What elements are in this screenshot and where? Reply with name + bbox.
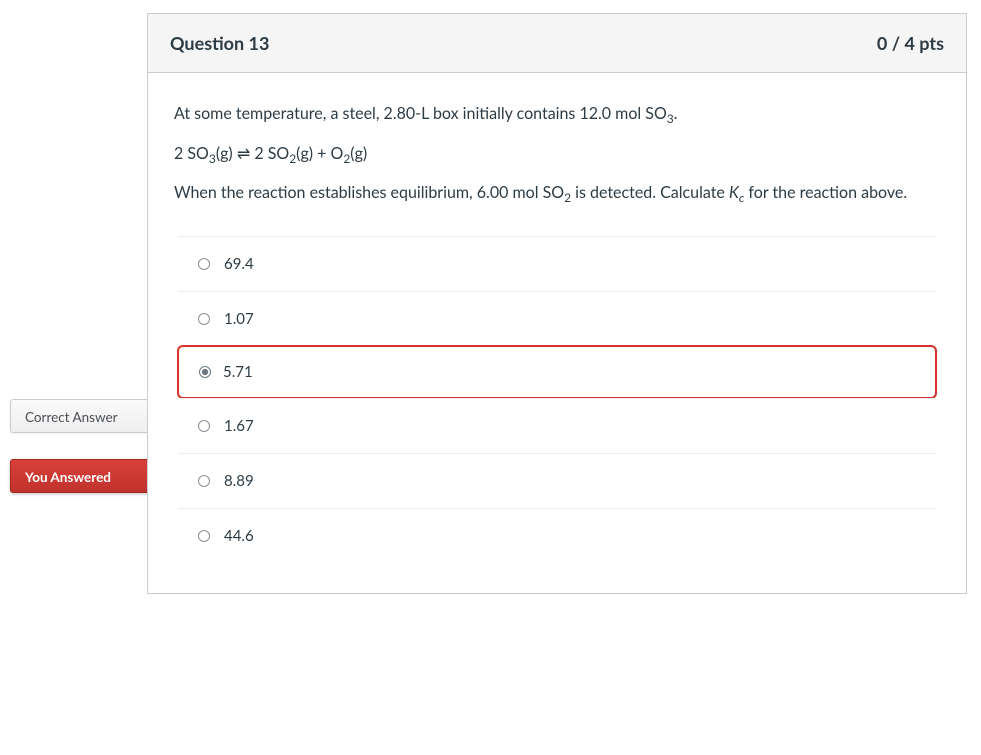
radio-icon [199,366,211,378]
question-points: 0 / 4 pts [877,32,944,54]
you-answered-flag: You Answered [10,459,148,493]
question-equation: 2 SO3(g) ⇌ 2 SO2(g) + O2(g) [174,141,940,167]
radio-icon [198,420,210,432]
radio-icon [198,313,210,325]
correct-answer-flag: Correct Answer [10,399,148,433]
radio-icon [198,475,210,487]
question-text: At some temperature, a steel, 2.80-L box… [174,101,940,206]
question-card: Question 13 0 / 4 pts At some temperatur… [147,13,967,594]
answer-label: 44.6 [224,527,254,545]
answer-label: 1.67 [224,417,254,435]
radio-icon [198,530,210,542]
question-body: At some temperature, a steel, 2.80-L box… [148,73,966,593]
answer-label: 69.4 [224,255,254,273]
question-header: Question 13 0 / 4 pts [148,14,966,73]
answer-option[interactable]: 1.07 [178,291,936,346]
question-line-1: At some temperature, a steel, 2.80-L box… [174,101,940,127]
answer-label: 5.71 [223,363,253,381]
answer-option[interactable]: 69.4 [178,236,936,291]
question-line-3: When the reaction establishes equilibriu… [174,180,940,206]
answer-option[interactable]: 1.67 [178,398,936,453]
answer-label: 8.89 [224,472,254,490]
question-title: Question 13 [170,32,269,54]
answer-option[interactable]: 8.89 [178,453,936,508]
answer-label: 1.07 [224,310,254,328]
answer-list: 69.4 1.07 5.71 1.67 8.89 44.6 [174,236,940,583]
correct-answer-flag-label: Correct Answer [25,409,118,425]
answer-option[interactable]: 5.71 [177,345,937,399]
you-answered-flag-label: You Answered [25,469,111,485]
radio-icon [198,258,210,270]
answer-option[interactable]: 44.6 [178,508,936,563]
